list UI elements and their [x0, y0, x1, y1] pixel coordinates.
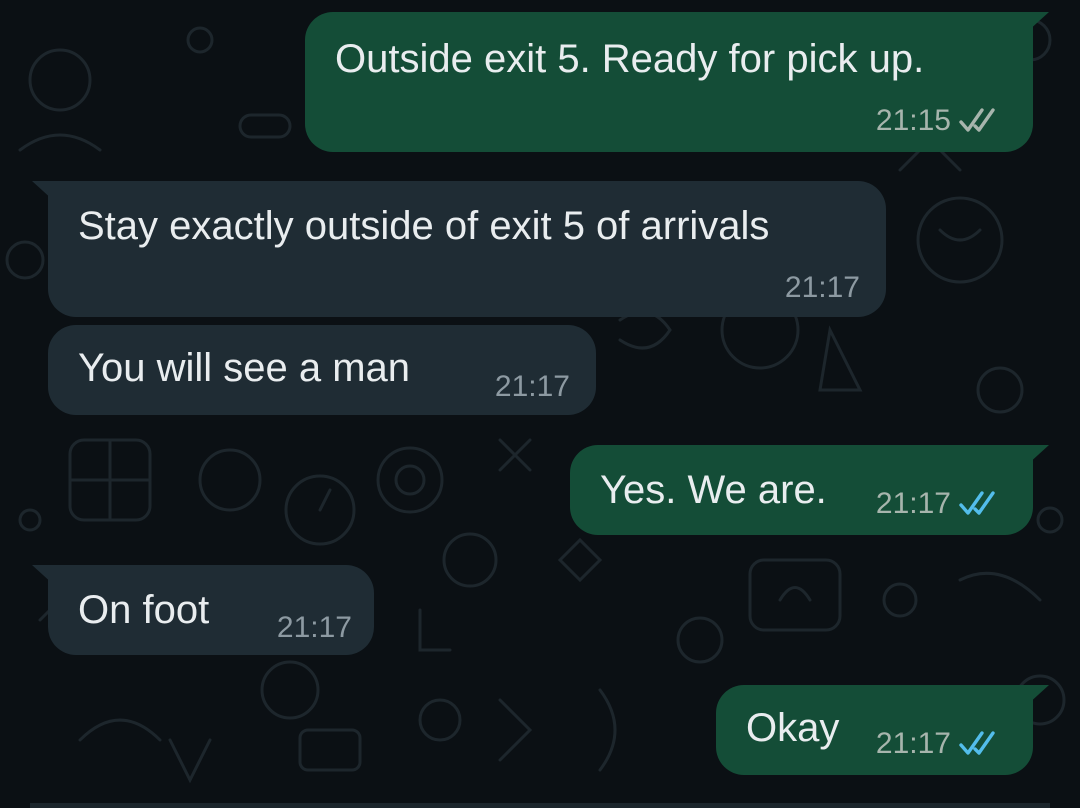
message-meta: 21:17	[785, 271, 860, 306]
message-meta: 21:17	[277, 611, 352, 646]
message-time: 21:17	[276, 611, 352, 644]
message-time: 21:15	[875, 104, 951, 137]
message-meta: 21:17	[876, 487, 1005, 522]
message-text: On foot	[78, 588, 210, 632]
message-text: Outside exit 5. Ready for pick up.	[335, 37, 925, 81]
message-time: 21:17	[875, 487, 951, 520]
message-bubble-incoming[interactable]: On foot 21:17	[32, 565, 374, 655]
message-text: Stay exactly outside of exit 5 of arriva…	[78, 204, 770, 248]
message-meta: 21:17	[495, 370, 570, 405]
message-time: 21:17	[494, 370, 570, 403]
message-bubble-incoming[interactable]: Stay exactly outside of exit 5 of arriva…	[32, 181, 886, 317]
message-text: Okay	[746, 706, 840, 750]
double-check-icon	[959, 108, 995, 132]
double-check-icon	[959, 731, 995, 755]
bottom-divider	[30, 803, 1050, 808]
message-text: You will see a man	[78, 346, 411, 390]
message-meta: 21:15	[876, 104, 1005, 139]
message-bubble-incoming[interactable]: You will see a man 21:17	[48, 325, 596, 415]
message-bubble-outgoing[interactable]: Yes. We are. 21:17	[570, 445, 1049, 535]
message-text: Yes. We are.	[600, 468, 827, 512]
message-meta: 21:17	[876, 727, 1005, 762]
message-bubble-outgoing[interactable]: Outside exit 5. Ready for pick up. 21:15	[305, 12, 1049, 152]
message-time: 21:17	[875, 727, 951, 760]
message-time: 21:17	[784, 271, 860, 304]
double-check-icon	[959, 491, 995, 515]
message-bubble-outgoing[interactable]: Okay 21:17	[716, 685, 1049, 775]
